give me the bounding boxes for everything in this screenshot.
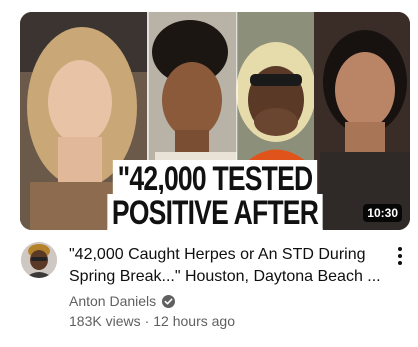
more-options-button[interactable] [391, 245, 409, 267]
video-card[interactable]: "42,000 TESTED POSITIVE AFTER SPRING BRE… [0, 0, 418, 347]
channel-name-row: Anton Daniels [69, 292, 176, 310]
thumbnail-caption: "42,000 TESTED POSITIVE AFTER SPRING BRE… [63, 160, 367, 230]
video-title[interactable]: "42,000 Caught Herpes or An STD During S… [69, 244, 387, 288]
channel-avatar[interactable] [21, 242, 57, 278]
channel-name[interactable]: Anton Daniels [69, 293, 156, 309]
upload-age: 12 hours ago [153, 313, 235, 329]
view-count: 183K views [69, 313, 141, 329]
verified-badge-icon [162, 294, 176, 308]
duration-badge: 10:30 [363, 204, 402, 222]
more-vert-icon [398, 247, 402, 251]
meta-separator: · [144, 313, 150, 329]
video-metadata: 183K views · 12 hours ago [69, 313, 235, 329]
video-thumbnail[interactable]: "42,000 TESTED POSITIVE AFTER SPRING BRE… [20, 12, 410, 230]
